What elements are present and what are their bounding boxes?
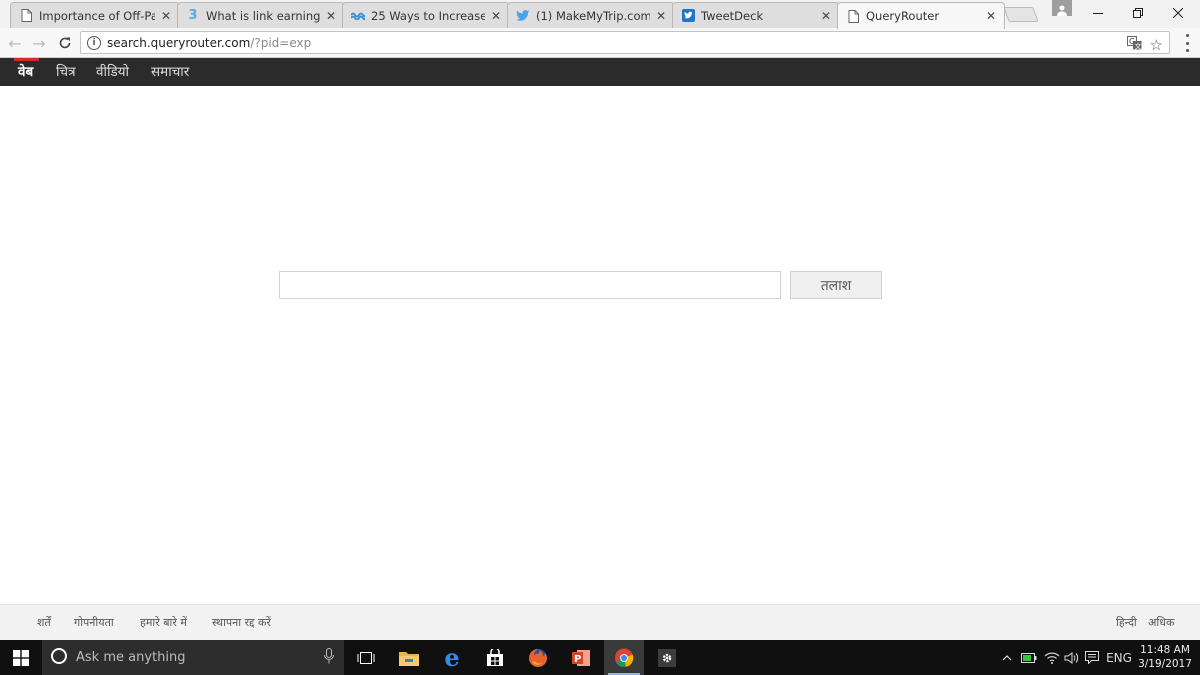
cortana-search-box[interactable]: Ask me anything <box>42 640 344 675</box>
tab-title: QueryRouter <box>866 9 940 23</box>
nav-item-images[interactable]: चित्र <box>56 58 76 86</box>
nav-item-news[interactable]: समाचार <box>151 58 189 86</box>
tweetdeck-icon <box>681 9 695 23</box>
close-icon[interactable]: ✕ <box>159 9 173 23</box>
tab-title: What is link earning? | B <box>206 8 320 23</box>
footer-link-about[interactable]: हमारे बारे में <box>140 605 187 641</box>
file-explorer-icon[interactable] <box>389 640 429 675</box>
page-footer: शर्तें गोपनीयता हमारे बारे में स्थापना र… <box>0 604 1200 640</box>
close-window-icon[interactable] <box>1160 0 1196 26</box>
notification-icon[interactable] <box>1082 640 1102 675</box>
svg-text:文: 文 <box>1134 42 1141 51</box>
footer-link-uninstall[interactable]: स्थापना रद्द करें <box>212 605 271 641</box>
wave-icon <box>351 9 365 23</box>
translate-icon[interactable]: G文 <box>1126 35 1142 54</box>
top-nav: वेब चित्र वीडियो समाचार <box>0 58 1200 86</box>
close-icon[interactable]: ✕ <box>489 9 503 23</box>
info-icon[interactable]: i <box>87 35 101 50</box>
browser-toolbar: ← → i search.queryrouter.com/?pid=exp G文… <box>0 28 1200 58</box>
profile-icon[interactable] <box>1052 0 1072 16</box>
powerpoint-icon[interactable]: P <box>561 640 601 675</box>
volume-icon[interactable] <box>1061 640 1083 675</box>
close-icon[interactable]: ✕ <box>984 9 998 23</box>
tab-25-ways[interactable]: 25 Ways to Increase Traf ✕ <box>342 2 510 28</box>
footer-link-hindi[interactable]: हिन्दी <box>1116 605 1137 641</box>
tab-tweetdeck[interactable]: TweetDeck ✕ <box>672 2 840 28</box>
page-icon <box>846 9 860 23</box>
nav-item-videos[interactable]: वीडियो <box>96 58 129 86</box>
store-icon[interactable] <box>475 640 515 675</box>
tab-queryrouter[interactable]: QueryRouter ✕ <box>837 2 1005 29</box>
restore-icon[interactable] <box>1120 0 1156 26</box>
firefox-icon[interactable] <box>518 640 558 675</box>
clock-time: 11:48 AM <box>1140 644 1190 656</box>
tab-title: 25 Ways to Increase Traf <box>371 8 485 23</box>
tab-title: Importance of Off-Page <box>39 8 155 23</box>
tab-title: (1) MakeMyTrip.com (@ <box>536 8 650 23</box>
microphone-icon[interactable] <box>324 647 334 668</box>
tab-strip: Importance of Off-Page ✕ 3 What is link … <box>0 0 1200 29</box>
language-indicator[interactable]: ENG <box>1104 640 1134 675</box>
bookmark-star-icon[interactable]: ☆ <box>1150 37 1163 52</box>
windows-start-icon[interactable] <box>0 640 42 675</box>
search-input[interactable] <box>279 271 781 299</box>
url-path: /?pid=exp <box>250 35 312 50</box>
new-tab-button[interactable] <box>1003 7 1039 22</box>
forward-arrow-icon[interactable]: → <box>28 32 50 54</box>
footer-link-more[interactable]: अधिक <box>1148 605 1174 641</box>
wifi-icon[interactable] <box>1041 640 1063 675</box>
tab-link-earning[interactable]: 3 What is link earning? | B ✕ <box>177 2 345 28</box>
settings-gear-icon[interactable] <box>647 640 687 675</box>
edge-browser-icon[interactable]: e <box>432 640 472 675</box>
svg-text:P: P <box>574 654 581 665</box>
cortana-placeholder: Ask me anything <box>76 650 186 665</box>
close-icon[interactable]: ✕ <box>819 9 833 23</box>
cortana-circle-icon <box>50 647 68 669</box>
clock-date: 3/19/2017 <box>1138 658 1192 670</box>
footer-link-terms[interactable]: शर्तें <box>37 605 51 641</box>
taskbar: Ask me anything e P ENG 11:48 AM 3/19/20… <box>0 640 1200 675</box>
page-icon <box>19 9 33 23</box>
tab-title: TweetDeck <box>701 8 764 23</box>
battery-icon[interactable] <box>1018 640 1040 675</box>
chrome-icon[interactable] <box>604 640 644 675</box>
close-icon[interactable]: ✕ <box>324 9 338 23</box>
nav-item-web[interactable]: वेब <box>13 58 40 86</box>
footer-link-privacy[interactable]: गोपनीयता <box>74 605 114 641</box>
close-icon[interactable]: ✕ <box>654 9 668 23</box>
chevron-up-icon[interactable] <box>998 640 1016 675</box>
taskbar-clock[interactable]: 11:48 AM 3/19/2017 <box>1138 643 1192 671</box>
number-3-icon: 3 <box>188 8 198 23</box>
tab-importance-of-off-page[interactable]: Importance of Off-Page ✕ <box>10 2 180 28</box>
address-bar[interactable]: i search.queryrouter.com/?pid=exp G文 ☆ <box>80 31 1170 54</box>
menu-icon[interactable] <box>1180 34 1194 52</box>
twitter-icon <box>516 9 530 23</box>
search-button[interactable]: तलाश <box>790 271 882 299</box>
reload-icon[interactable] <box>54 32 76 54</box>
back-arrow-icon[interactable]: ← <box>4 32 26 54</box>
tab-makemytrip[interactable]: (1) MakeMyTrip.com (@ ✕ <box>507 2 675 28</box>
url-host: search.queryrouter.com <box>107 35 251 50</box>
task-view-icon[interactable] <box>346 640 386 675</box>
minimize-icon[interactable] <box>1080 0 1116 26</box>
